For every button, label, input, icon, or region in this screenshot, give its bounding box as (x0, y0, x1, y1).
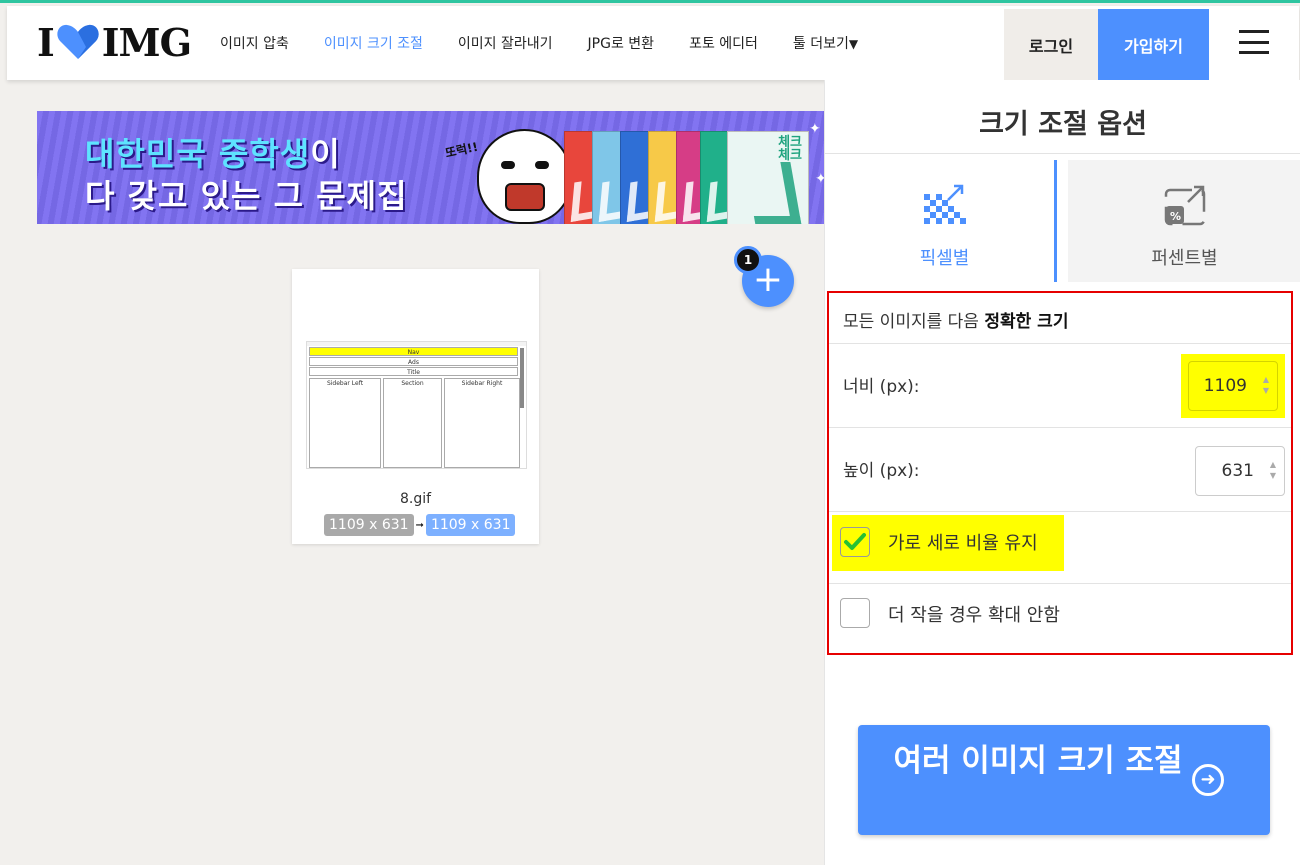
height-input-value: 631 (1221, 461, 1254, 481)
signup-button[interactable]: 가입하기 (1098, 9, 1209, 80)
ad-headline-1: 대한민국 중학생이 (85, 129, 341, 175)
nav-more-tools[interactable]: 툴 더보기▼ (793, 33, 858, 53)
tab-by-pixels[interactable]: 픽셀별 (835, 160, 1057, 282)
thumb-column: Sidebar Right (444, 378, 520, 468)
thumb-column: Sidebar Left (309, 378, 381, 468)
logo-text: IMG (101, 19, 192, 65)
tab-by-percentage[interactable]: % 퍼센트별 (1068, 160, 1300, 282)
options-header-text: 모든 이미지를 다음 (843, 312, 985, 332)
thumb-row: Nav (309, 347, 518, 356)
width-label: 너비 (px): (843, 377, 920, 397)
cartoon-face-image (477, 129, 572, 224)
nav-resize-image[interactable]: 이미지 크기 조절 (324, 33, 423, 53)
thumb-row: Title (309, 367, 518, 376)
nav-compress-image[interactable]: 이미지 압축 (220, 33, 289, 53)
resize-options-box: 모든 이미지를 다음 정확한 크기 너비 (px): 1109 ▲ ▼ 높이 (p… (827, 291, 1293, 655)
no-enlarge-label[interactable]: 더 작을 경우 확대 안함 (888, 601, 1060, 627)
hamburger-menu-icon[interactable] (1239, 30, 1269, 54)
ad-banner[interactable]: 대한민국 중학생이 다 갖고 있는 그 문제집 또럭!! 체크 체크 ✦ ✦ (37, 111, 824, 224)
keep-ratio-checkbox[interactable] (840, 527, 870, 557)
file-thumbnail: Nav Ads Title Sidebar Left Section Sideb… (306, 341, 527, 469)
new-size-badge: 1109 x 631 (425, 514, 516, 536)
login-button[interactable]: 로그인 (1004, 9, 1098, 80)
book-cover-image: 체크 체크 (727, 131, 809, 224)
spinner-arrows-icon[interactable]: ▲ ▼ (1263, 374, 1269, 396)
sparkle-icon: ✦ (815, 171, 824, 187)
panel-title: 크기 조절 옵션 (979, 109, 1147, 140)
tab-by-percentage-label: 퍼센트별 (1151, 248, 1218, 269)
checkmark-icon (844, 533, 866, 550)
nav-more-tools-label: 툴 더보기 (792, 36, 849, 52)
ad-headline-end: 이 (310, 135, 341, 173)
file-name: 8.gif (399, 491, 432, 507)
arrow-right-icon: ➞ (415, 519, 424, 531)
options-header-bold: 정확한 크기 (984, 312, 1069, 332)
top-accent-line (0, 0, 1300, 3)
logo-letter: I (37, 19, 55, 65)
sparkle-icon: ✦ (809, 121, 821, 137)
thumb-scrollbar (520, 348, 524, 408)
no-enlarge-row: 더 작을 경우 확대 안함 (829, 584, 1291, 653)
book-title: 체크 체크 (778, 135, 802, 163)
no-enlarge-checkbox[interactable] (840, 598, 870, 628)
spinner-arrows-icon[interactable]: ▲ ▼ (1270, 459, 1276, 481)
width-row: 너비 (px): 1109 ▲ ▼ (829, 344, 1291, 428)
pixel-resize-icon (923, 184, 966, 224)
svg-text:%: % (1170, 210, 1181, 223)
thumb-column: Section (383, 378, 442, 468)
size-change-row: 1109 x 631 ➞ 1109 x 631 (324, 514, 516, 536)
keep-ratio-label: 가로 세로 비율 유지 (888, 533, 1038, 554)
nav-photo-editor[interactable]: 포토 에디터 (689, 33, 758, 53)
width-input-value: 1109 (1203, 376, 1247, 396)
keep-ratio-highlight[interactable]: 가로 세로 비율 유지 (832, 515, 1064, 571)
file-card[interactable]: Nav Ads Title Sidebar Left Section Sideb… (292, 269, 539, 544)
thumb-row: Ads (309, 357, 518, 366)
height-label: 높이 (px): (843, 461, 920, 481)
keep-ratio-row: 가로 세로 비율 유지 (829, 512, 1291, 584)
ad-headline-2: 다 갖고 있는 그 문제집 (85, 177, 408, 215)
options-header: 모든 이미지를 다음 정확한 크기 (829, 293, 1291, 344)
nav-crop-image[interactable]: 이미지 잘라내기 (458, 33, 553, 53)
nav-convert-to-jpg[interactable]: JPG로 변환 (588, 33, 655, 53)
tab-by-pixels-label: 픽셀별 (919, 248, 970, 269)
height-input[interactable]: 631 ▲ ▼ (1195, 446, 1285, 496)
resize-images-button-label: 여러 이미지 크기 조절 (893, 743, 1183, 779)
main-nav: 이미지 압축 이미지 크기 조절 이미지 잘라내기 JPG로 변환 포토 에디터… (220, 6, 893, 80)
percent-resize-icon: % (1164, 185, 1205, 226)
resize-images-button[interactable]: 여러 이미지 크기 조절 ➜ (858, 725, 1270, 835)
width-input[interactable]: 1109 ▲ ▼ (1188, 361, 1278, 411)
resize-options-panel: 크기 조절 옵션 픽셀별 % 퍼센트별 모든 이미지를 다음 정확한 크기 너비… (824, 80, 1300, 865)
divider (825, 153, 1300, 154)
file-count-badge: 1 (734, 246, 762, 274)
caret-down-icon: ▼ (848, 37, 859, 51)
heart-logo-icon (57, 24, 99, 59)
site-header: I IMG 이미지 압축 이미지 크기 조절 이미지 잘라내기 JPG로 변환 … (7, 6, 1299, 80)
height-row: 높이 (px): 631 ▲ ▼ (829, 428, 1291, 512)
ilovimg-logo[interactable]: I IMG (37, 19, 192, 65)
ad-headline-colored: 대한민국 중학생 (85, 135, 311, 173)
arrow-right-circle-icon: ➜ (1192, 764, 1224, 796)
width-highlight: 1109 ▲ ▼ (1181, 354, 1285, 418)
original-size-badge: 1109 x 631 (324, 514, 414, 536)
